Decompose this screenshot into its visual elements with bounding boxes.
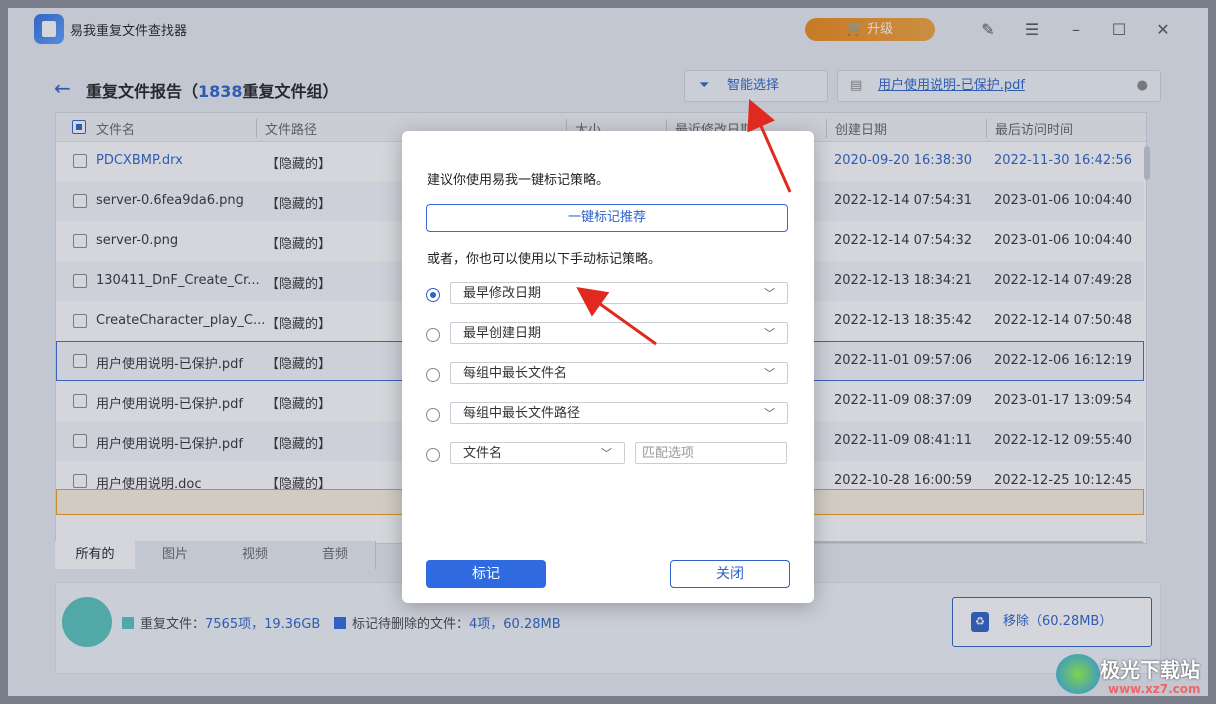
watermark-url: www.xz7.com xyxy=(1108,682,1201,696)
annotation-arrow-option xyxy=(576,287,657,346)
annotation-arrows xyxy=(576,99,792,346)
watermark: 极光下载站 www.xz7.com xyxy=(1056,650,1216,704)
watermark-logo xyxy=(1056,654,1100,694)
annotation-arrow-smart-select xyxy=(747,99,792,193)
watermark-title: 极光下载站 xyxy=(1100,658,1200,682)
